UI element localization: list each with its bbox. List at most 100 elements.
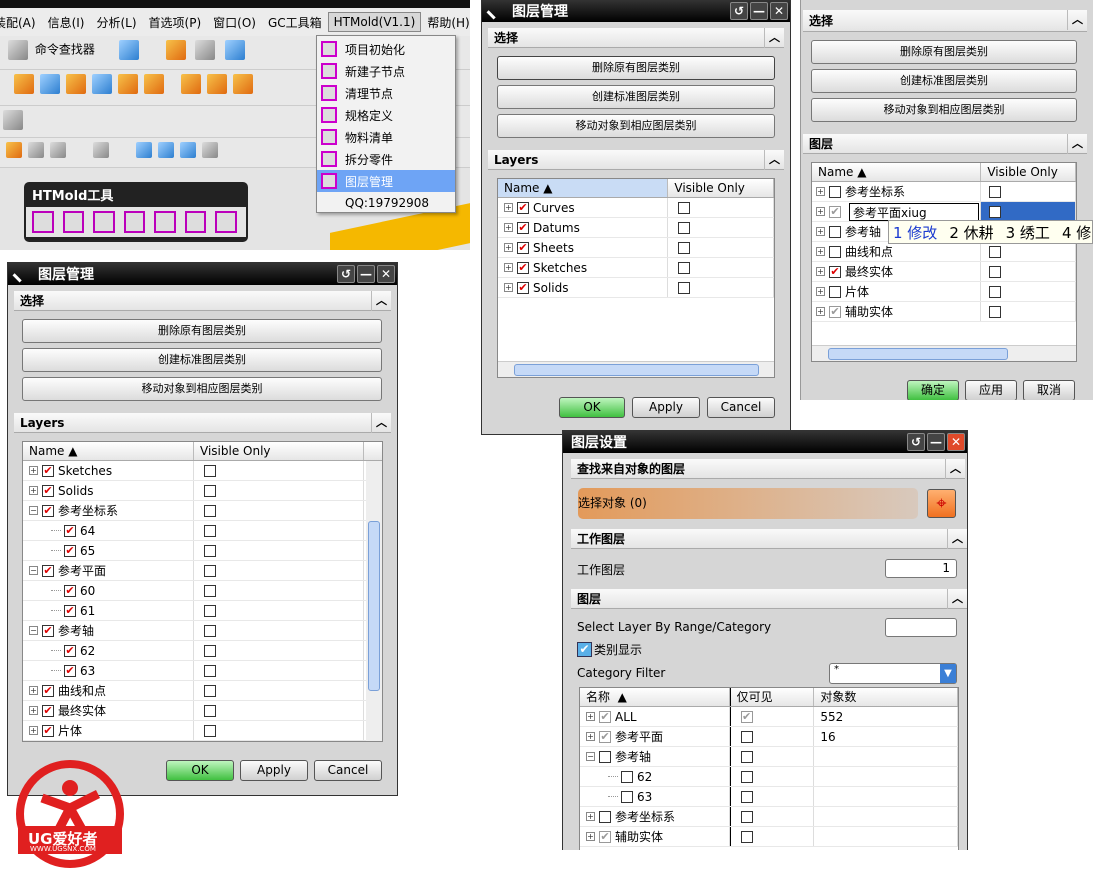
layer-checkbox[interactable]: ✔ <box>829 305 841 318</box>
chamfer-icon[interactable] <box>233 74 253 94</box>
layer-checkbox[interactable]: ✔ <box>42 564 54 577</box>
collapse-icon[interactable]: ︿ <box>371 413 391 433</box>
layer-checkbox[interactable]: ✔ <box>599 830 611 843</box>
sweep-icon[interactable] <box>66 74 86 94</box>
category-filter-select[interactable]: * ▼ <box>829 663 957 684</box>
col-visible-only[interactable]: 仅可见 <box>729 688 815 706</box>
layer-checkbox[interactable]: ✔ <box>42 624 54 637</box>
ime-candidate-4[interactable]: 4 修 <box>1062 222 1091 243</box>
reset-button[interactable]: ↺ <box>337 265 355 283</box>
visible-only-checkbox[interactable] <box>989 185 1002 198</box>
visible-only-checkbox[interactable] <box>204 644 216 657</box>
layer-checkbox[interactable] <box>599 810 611 823</box>
col-visible-only[interactable]: Visible Only <box>668 179 774 197</box>
layer-checkbox[interactable]: ✔ <box>64 604 76 617</box>
table-row[interactable]: ✔ 62 <box>23 641 382 661</box>
delete-categories-button[interactable]: 删除原有图层类别 <box>22 319 382 343</box>
offset-icon[interactable] <box>144 74 164 94</box>
ime-candidate-2[interactable]: 2 休耕 <box>949 222 993 243</box>
snap-icon[interactable] <box>6 142 22 158</box>
layer-checkbox[interactable]: ✔ <box>42 704 54 717</box>
col-visible-only[interactable]: Visible Only <box>981 163 1076 181</box>
expand-icon[interactable]: + <box>816 267 825 276</box>
layer-checkbox[interactable]: ✔ <box>42 724 54 737</box>
collapse-icon[interactable]: ︿ <box>1067 134 1087 154</box>
layer-manager-icon[interactable] <box>215 211 238 233</box>
expand-icon[interactable]: + <box>586 732 595 741</box>
visible-only-checkbox[interactable] <box>740 830 753 843</box>
layer-checkbox[interactable] <box>621 790 633 803</box>
menu-item-spec[interactable]: 规格定义 <box>317 104 455 126</box>
expand-icon[interactable]: + <box>816 207 825 216</box>
layer-checkbox[interactable] <box>621 770 633 783</box>
table-row[interactable]: + 曲线和点 <box>812 242 1076 262</box>
menu-item-clean[interactable]: 清理节点 <box>317 82 455 104</box>
collapse-icon[interactable]: ︿ <box>371 291 391 311</box>
bom-icon[interactable] <box>154 211 176 233</box>
visible-only-checkbox[interactable] <box>204 724 216 737</box>
col-name[interactable]: Name ▲ <box>23 442 194 460</box>
render-icon[interactable] <box>195 40 216 60</box>
move-objects-button[interactable]: 移动对象到相应图层类别 <box>811 98 1077 122</box>
layer-checkbox[interactable] <box>829 225 841 238</box>
table-row[interactable]: − 参考轴 <box>580 747 958 767</box>
close-button[interactable]: ✕ <box>377 265 395 283</box>
layer-checkbox[interactable]: ✔ <box>42 684 54 697</box>
visible-only-checkbox[interactable] <box>989 245 1002 258</box>
layer-checkbox[interactable]: ✔ <box>64 544 76 557</box>
layer-checkbox[interactable]: ✔ <box>42 464 54 477</box>
delete-categories-button[interactable]: 删除原有图层类别 <box>497 56 775 80</box>
box-icon[interactable] <box>181 74 201 94</box>
info-icon[interactable] <box>118 40 139 60</box>
rename-input[interactable] <box>849 203 979 221</box>
visible-only-checkbox[interactable] <box>989 285 1002 298</box>
table-row[interactable]: + ✔ 辅助实体 <box>812 302 1076 322</box>
create-categories-button[interactable]: 创建标准图层类别 <box>811 69 1077 93</box>
table-row[interactable]: ✔ 65 <box>23 541 382 561</box>
select-box-icon[interactable] <box>93 142 109 158</box>
work-layer-input[interactable]: 1 <box>885 559 957 578</box>
visible-only-checkbox[interactable] <box>204 524 216 537</box>
visible-only-checkbox[interactable] <box>204 624 216 637</box>
table-row[interactable]: + ✔ 最终实体 <box>812 262 1076 282</box>
minimize-button[interactable]: — <box>927 433 945 451</box>
minimize-button[interactable]: — <box>750 2 768 20</box>
layer-checkbox[interactable]: ✔ <box>517 221 529 234</box>
undo-icon[interactable] <box>28 142 44 158</box>
menu-item-split[interactable]: 拆分零件 <box>317 148 455 170</box>
revolve-icon[interactable] <box>40 74 60 94</box>
crosshair-select-icon[interactable]: ⌖ <box>927 489 956 518</box>
layer-checkbox[interactable] <box>829 185 841 198</box>
delete-categories-button[interactable]: 删除原有图层类别 <box>811 40 1077 64</box>
table-row[interactable]: ✔ 60 <box>23 581 382 601</box>
layer-checkbox[interactable]: ✔ <box>517 281 529 294</box>
create-categories-button[interactable]: 创建标准图层类别 <box>22 348 382 372</box>
cube-icon[interactable] <box>225 40 246 60</box>
layer-checkbox[interactable]: ✔ <box>64 584 76 597</box>
menu-window[interactable]: 窗口(O) <box>207 14 262 31</box>
table-row[interactable]: + ✔ Sheets <box>498 238 774 258</box>
menu-help[interactable]: 帮助(H) <box>421 14 470 31</box>
expand-icon[interactable]: + <box>586 712 595 721</box>
extrude-icon[interactable] <box>14 74 34 94</box>
table-row[interactable]: + ✔ 曲线和点 <box>23 681 382 701</box>
layer-checkbox[interactable] <box>829 285 841 298</box>
close-button[interactable]: ✕ <box>770 2 788 20</box>
minimize-button[interactable]: — <box>357 265 375 283</box>
expand-icon[interactable]: + <box>586 832 595 841</box>
visible-only-checkbox[interactable] <box>678 241 691 254</box>
menu-gc-toolbox[interactable]: GC工具箱 <box>262 14 328 31</box>
collapse-icon[interactable]: − <box>29 566 38 575</box>
visible-only-checkbox[interactable] <box>989 205 1002 218</box>
menu-item-bom[interactable]: 物料清单 <box>317 126 455 148</box>
table-row[interactable]: ✔ 61 <box>23 601 382 621</box>
ime-candidate-1[interactable]: 1 修改 <box>893 222 937 243</box>
col-name[interactable]: Name ▲ <box>498 179 669 197</box>
table-row[interactable]: + ✔ 最终实体 <box>23 701 382 721</box>
expand-icon[interactable]: + <box>816 287 825 296</box>
cancel-button[interactable]: 取消 <box>1023 380 1075 400</box>
table-row[interactable]: + ✔ 参考平面 16 <box>580 727 958 747</box>
visible-only-checkbox[interactable] <box>740 730 753 743</box>
menu-item-layer-manager[interactable]: 图层管理 <box>317 170 455 192</box>
layer-checkbox[interactable]: ✔ <box>599 710 611 723</box>
